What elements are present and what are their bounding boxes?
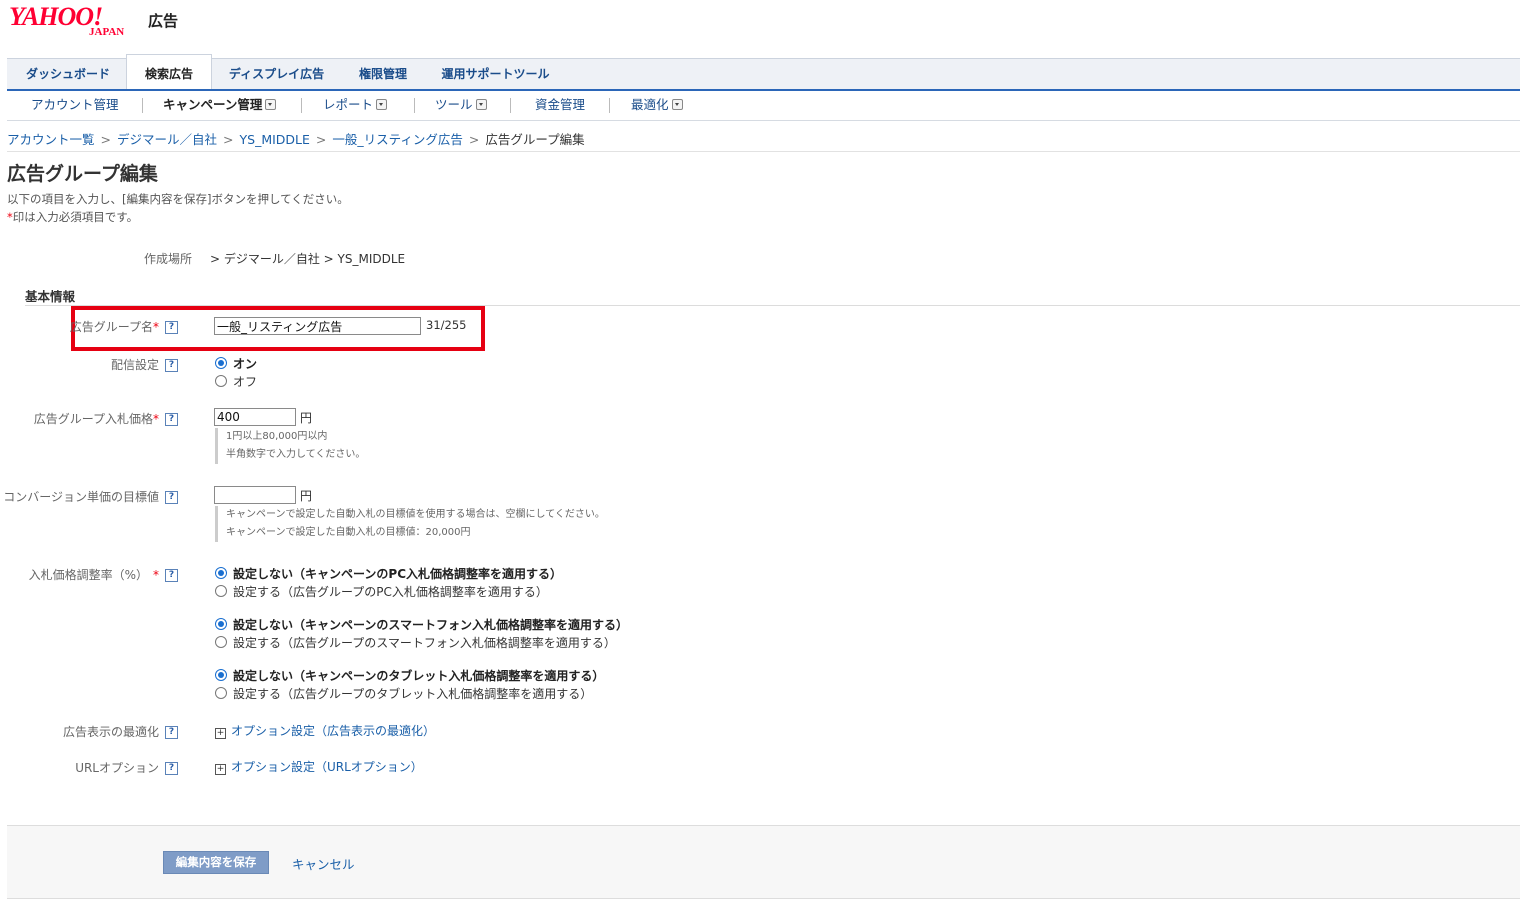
- submenu-account[interactable]: アカウント管理: [31, 91, 119, 120]
- breadcrumb-campaign[interactable]: YS_MIDDLE: [240, 132, 310, 147]
- submenu-tools[interactable]: ツール: [435, 91, 487, 120]
- submenu-funds[interactable]: 資金管理: [535, 91, 585, 120]
- expand-plus-icon: +: [215, 764, 226, 775]
- divider: [142, 98, 143, 113]
- url-option-link[interactable]: + オプション設定（URLオプション）: [215, 758, 423, 775]
- breadcrumb: アカウント一覧 > デジマール／自社 > YS_MIDDLE > 一般_リスティング広告 > 広…: [7, 132, 585, 147]
- page-title: 広告グループ編集: [7, 163, 158, 185]
- cv-target-note: キャンペーンで設定した自動入札の目標値を使用する場合は、空欄にしてください。 キ…: [215, 506, 605, 542]
- group-name-label: 広告グループ名*?: [8, 318, 178, 335]
- divider: [609, 98, 610, 113]
- tab-dashboard[interactable]: ダッシュボード: [12, 59, 124, 89]
- radio-checked-icon: [215, 669, 227, 681]
- help-icon[interactable]: ?: [165, 569, 178, 582]
- chevron-down-icon: [671, 99, 683, 110]
- chevron-down-icon: [265, 99, 277, 110]
- submenu-optimize[interactable]: 最適化: [631, 91, 683, 120]
- chevron-down-icon: [475, 99, 487, 110]
- help-icon[interactable]: ?: [165, 726, 178, 739]
- radio-unchecked-icon: [215, 636, 227, 648]
- radio-checked-icon: [215, 618, 227, 630]
- divider: [414, 98, 415, 113]
- ad-optimization-label: 広告表示の最適化?: [8, 723, 178, 740]
- location-label: 作成場所: [143, 252, 192, 266]
- tablet-adjust-off-radio[interactable]: 設定しない（キャンペーンのタブレット入札価格調整率を適用する）: [215, 667, 604, 684]
- help-icon[interactable]: ?: [165, 359, 178, 372]
- help-icon[interactable]: ?: [165, 762, 178, 775]
- breadcrumb-account-list[interactable]: アカウント一覧: [7, 132, 95, 147]
- tab-display-ads[interactable]: ディスプレイ広告: [219, 59, 334, 89]
- tab-permissions[interactable]: 権限管理: [345, 59, 421, 89]
- location-value: > デジマール／自社 > YS_MIDDLE: [210, 252, 406, 266]
- save-button[interactable]: 編集内容を保存: [163, 851, 269, 874]
- pc-adjust-off-radio[interactable]: 設定しない（キャンペーンのPC入札価格調整率を適用する）: [215, 565, 562, 582]
- radio-unchecked-icon: [215, 585, 227, 597]
- action-footer: 編集内容を保存 キャンセル: [7, 825, 1520, 899]
- cancel-link[interactable]: キャンセル: [292, 854, 355, 873]
- tablet-adjust-on-radio[interactable]: 設定する（広告グループのタブレット入札価格調整率を適用する）: [215, 685, 592, 702]
- cv-target-input[interactable]: [214, 486, 296, 504]
- ad-optimization-option-link[interactable]: + オプション設定（広告表示の最適化）: [215, 722, 435, 739]
- cv-target-unit: 円: [300, 489, 313, 503]
- divider: [510, 98, 511, 113]
- section-title: 基本情報: [25, 289, 76, 304]
- tab-search-ads[interactable]: 検索広告: [126, 54, 212, 91]
- sp-adjust-off-radio[interactable]: 設定しない（キャンペーンのスマートフォン入札価格調整率を適用する）: [215, 616, 628, 633]
- sp-adjust-on-radio[interactable]: 設定する（広告グループのスマートフォン入札価格調整率を適用する）: [215, 634, 616, 651]
- help-icon[interactable]: ?: [165, 321, 178, 334]
- yahoo-ads-logo[interactable]: YAHOO! JAPAN 広告: [9, 2, 209, 40]
- sub-menu-bar: アカウント管理 キャンペーン管理 レポート ツール 資金管理 最適化: [7, 89, 1520, 121]
- bid-note: 1円以上80,000円以内 半角数字で入力してください。: [215, 428, 365, 464]
- bid-input[interactable]: [214, 408, 296, 426]
- breadcrumb-account[interactable]: デジマール／自社: [117, 132, 217, 147]
- delivery-label: 配信設定?: [8, 356, 178, 373]
- pc-adjust-on-radio[interactable]: 設定する（広告グループのPC入札価格調整率を適用する）: [215, 583, 548, 600]
- tab-support-tools[interactable]: 運用サポートツール: [432, 59, 559, 89]
- submenu-campaign[interactable]: キャンペーン管理: [163, 91, 277, 120]
- bid-unit: 円: [300, 411, 313, 425]
- main-tab-bar: ダッシュボード 検索広告 ディスプレイ広告 権限管理 運用サポートツール: [7, 54, 1520, 91]
- cv-target-label: コンバージョン単価の目標値?: [0, 488, 178, 505]
- breadcrumb-current: 広告グループ編集: [485, 132, 585, 147]
- help-icon[interactable]: ?: [165, 413, 178, 426]
- divider: [7, 151, 1520, 152]
- breadcrumb-ad-group[interactable]: 一般_リスティング広告: [332, 132, 463, 147]
- delivery-off-radio[interactable]: オフ: [215, 373, 257, 390]
- bid-adjustment-label: 入札価格調整率（%） *?: [8, 566, 178, 583]
- page-description: 以下の項目を入力し、[編集内容を保存]ボタンを押してください。 *印は入力必須項…: [7, 192, 349, 224]
- radio-checked-icon: [215, 567, 227, 579]
- char-counter: 31/255: [426, 318, 467, 332]
- expand-plus-icon: +: [215, 728, 226, 739]
- radio-checked-icon: [215, 357, 227, 369]
- chevron-down-icon: [376, 99, 388, 110]
- group-name-input[interactable]: [214, 317, 421, 335]
- help-icon[interactable]: ?: [165, 491, 178, 504]
- divider: [301, 98, 302, 113]
- url-option-label: URLオプション?: [8, 759, 178, 776]
- delivery-on-radio[interactable]: オン: [215, 355, 257, 372]
- submenu-report[interactable]: レポート: [323, 91, 388, 120]
- radio-unchecked-icon: [215, 375, 227, 387]
- radio-unchecked-icon: [215, 687, 227, 699]
- bid-label: 広告グループ入札価格*?: [8, 410, 178, 427]
